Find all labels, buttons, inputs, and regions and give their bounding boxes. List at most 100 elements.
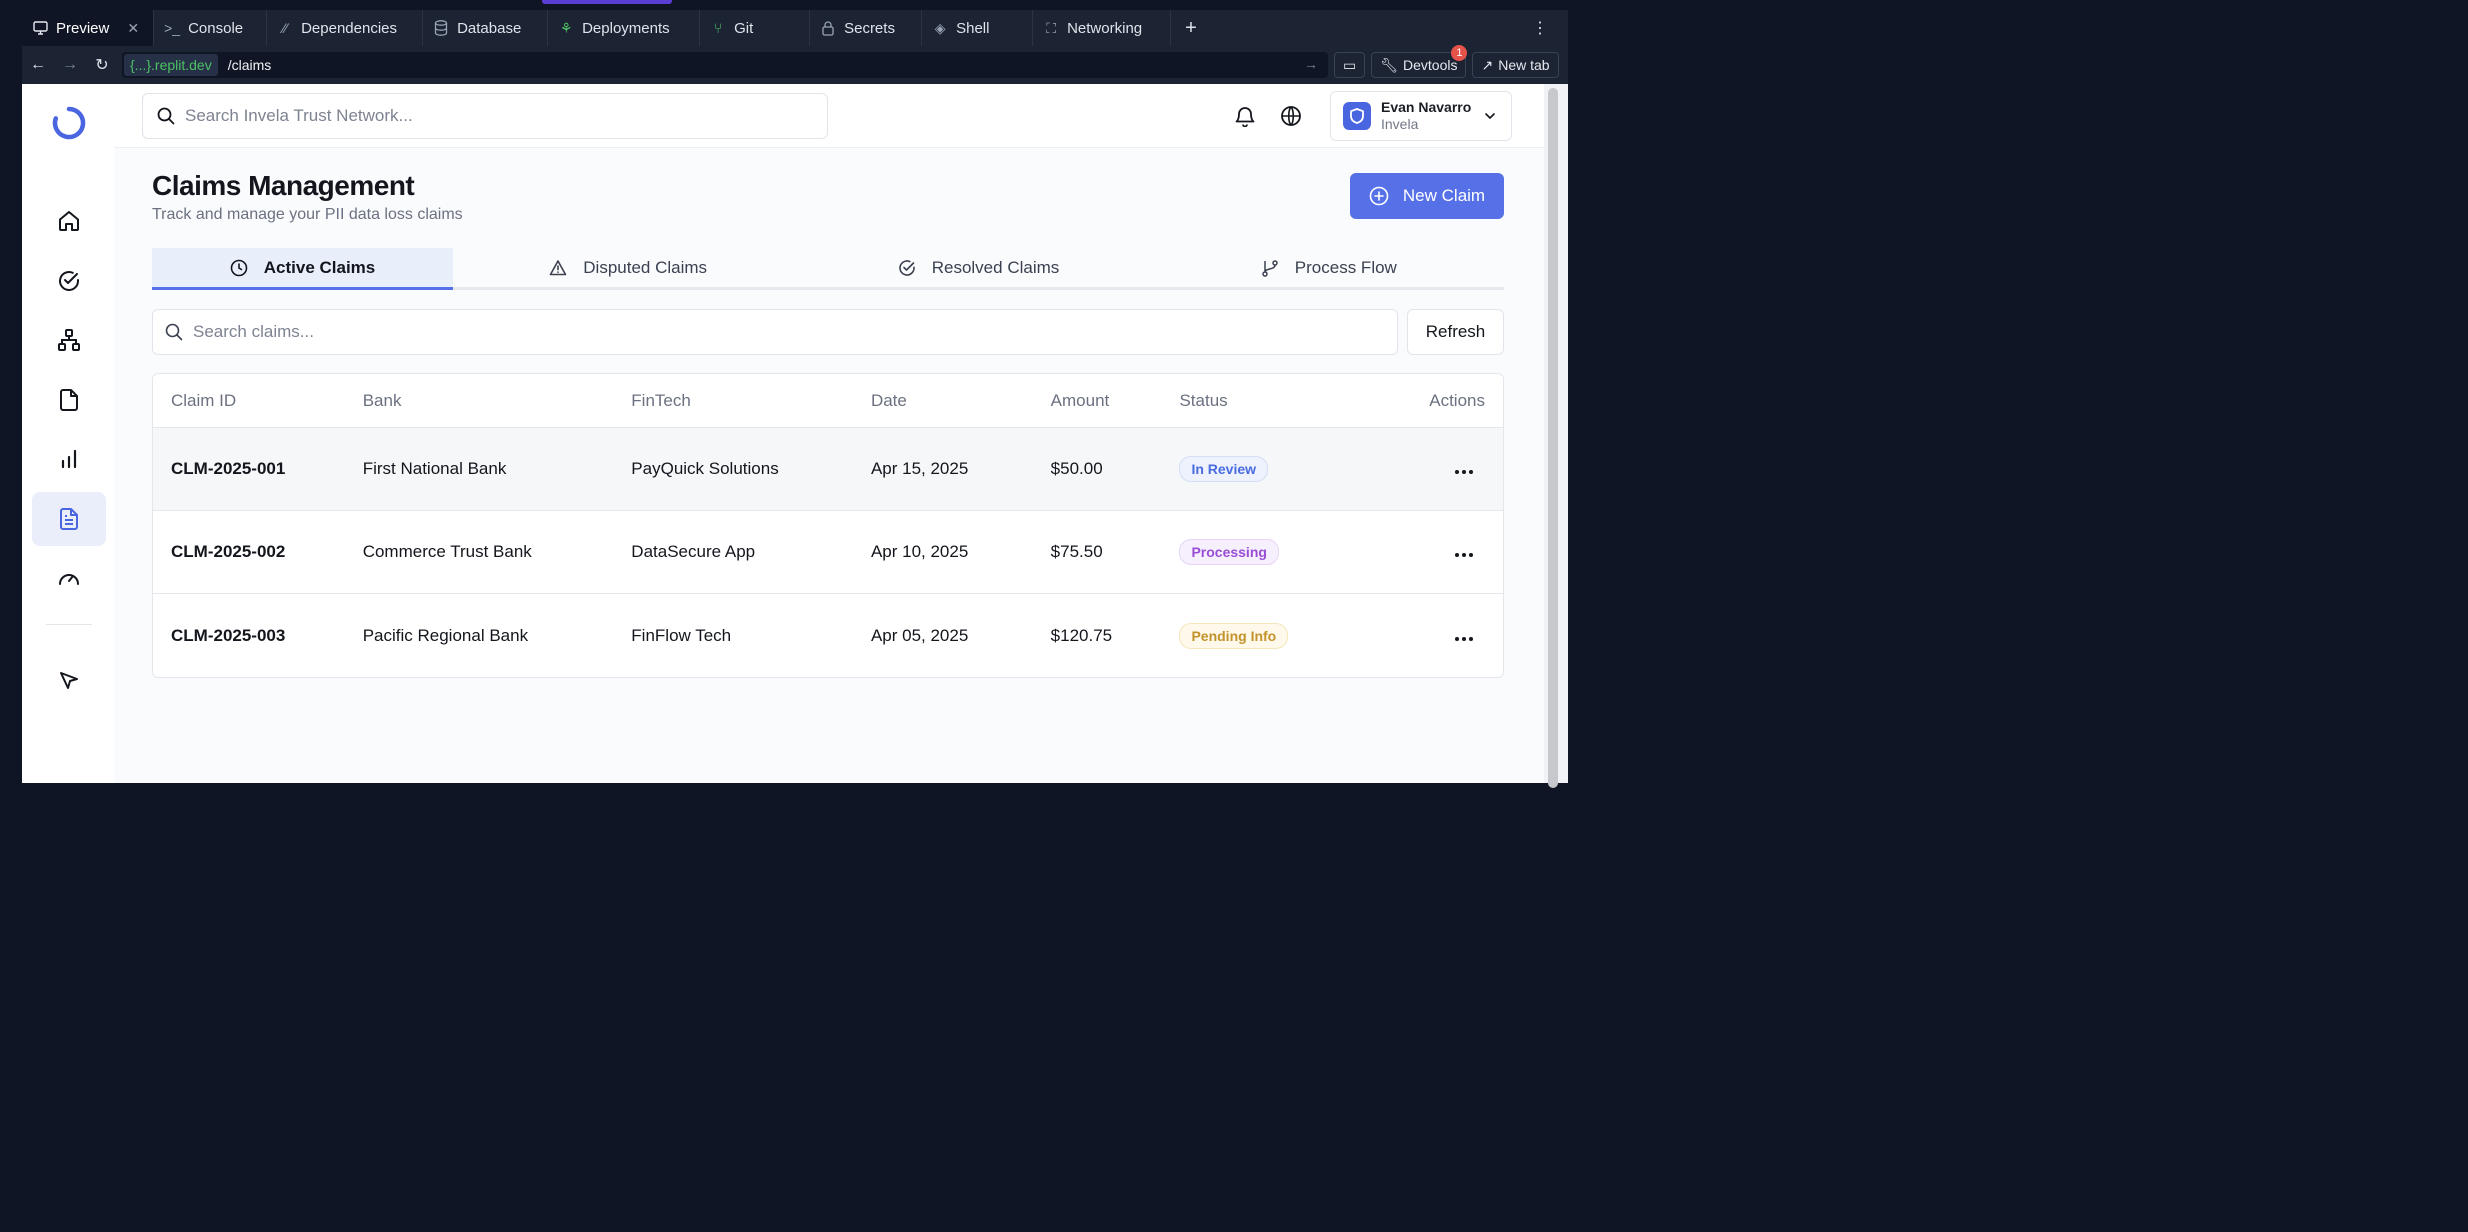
- tab-label: Deployments: [582, 19, 670, 37]
- user-org: Invela: [1381, 116, 1419, 132]
- table-row[interactable]: CLM-2025-001 First National Bank PayQuic…: [153, 428, 1503, 511]
- tab-networking[interactable]: ⛶ Networking: [1033, 10, 1172, 46]
- back-icon[interactable]: ←: [22, 56, 54, 74]
- fintech-name: DataSecure App: [631, 542, 756, 561]
- shield-icon: [1350, 108, 1364, 124]
- scrollbar[interactable]: [1544, 84, 1568, 788]
- cursor-icon: [60, 672, 78, 689]
- check-circle-icon: [898, 259, 915, 276]
- claim-amount: $50.00: [1050, 459, 1103, 478]
- column-header: Actions: [1429, 390, 1485, 410]
- claims-search-input[interactable]: [193, 322, 1373, 342]
- monitor-icon: [32, 21, 48, 35]
- forward-icon[interactable]: →: [54, 56, 86, 74]
- column-header[interactable]: Status: [1179, 391, 1379, 411]
- tab-resolved-claims[interactable]: Resolved Claims: [803, 248, 1153, 287]
- url-host: {...}.replit.dev: [124, 54, 218, 76]
- global-search[interactable]: [142, 93, 828, 139]
- sidebar-item-home[interactable]: [32, 194, 106, 248]
- page-subtitle: Track and manage your PII data loss clai…: [152, 206, 463, 223]
- device-button[interactable]: ▭: [1334, 52, 1366, 78]
- user-menu[interactable]: Evan Navarro Invela: [1330, 91, 1512, 141]
- url-path: /claims: [227, 57, 272, 73]
- sidebar-item-documents[interactable]: [32, 373, 106, 427]
- tab-label: Database: [457, 19, 522, 37]
- refresh-button[interactable]: Refresh: [1407, 309, 1504, 355]
- check-circle-icon: [59, 271, 79, 291]
- tab-process-flow[interactable]: Process Flow: [1154, 248, 1504, 287]
- column-header[interactable]: Amount: [1051, 391, 1180, 411]
- bank-name: Commerce Trust Bank: [362, 542, 532, 561]
- sidebar-item-tasks[interactable]: [32, 254, 106, 308]
- git-branch-icon: [1262, 259, 1278, 277]
- more-icon[interactable]: ⋮: [1532, 18, 1548, 38]
- tab-label: Shell: [956, 19, 990, 37]
- bell-icon[interactable]: [1234, 105, 1256, 127]
- tab-database[interactable]: Database: [423, 10, 549, 46]
- claim-amount: $75.50: [1050, 542, 1103, 561]
- tab-disputed-claims[interactable]: Disputed Claims: [453, 248, 803, 287]
- sidebar-item-risk[interactable]: [32, 552, 106, 592]
- tab-console[interactable]: >_ Console: [154, 10, 268, 46]
- status-badge: Pending Info: [1179, 622, 1289, 649]
- app-viewport: Evan Navarro Invela Claims Management Tr…: [22, 84, 1544, 783]
- more-actions-icon[interactable]: [1455, 470, 1473, 474]
- global-search-input[interactable]: [185, 106, 785, 126]
- claim-date: Apr 15, 2025: [870, 459, 969, 478]
- device-icon: ▭: [1343, 56, 1357, 73]
- column-header[interactable]: Bank: [363, 391, 632, 411]
- column-header[interactable]: FinTech: [631, 391, 871, 411]
- tab-deployments[interactable]: ⚘ Deployments: [548, 10, 701, 46]
- tab-git[interactable]: ⑂ Git: [700, 10, 811, 46]
- tab-preview[interactable]: Preview ✕: [22, 10, 155, 46]
- claim-date: Apr 05, 2025: [870, 625, 969, 645]
- close-icon[interactable]: ✕: [127, 20, 139, 37]
- claims-search[interactable]: [152, 309, 1398, 355]
- database-icon: [433, 20, 449, 36]
- top-header: Evan Navarro Invela: [114, 84, 1544, 148]
- network-icon: [58, 329, 80, 351]
- new-tab-label: New tab: [1498, 57, 1550, 73]
- tab-secrets[interactable]: Secrets: [810, 10, 923, 46]
- shell-icon: ◈: [934, 19, 946, 36]
- claim-id: CLM-2025-003: [171, 625, 286, 645]
- fintech-name: FinFlow Tech: [631, 625, 732, 645]
- external-link-icon: ↗: [1481, 56, 1494, 73]
- new-tab-button[interactable]: ↗ New tab: [1472, 52, 1559, 78]
- tab-label: Process Flow: [1294, 257, 1397, 277]
- scrollbar-thumb[interactable]: [1548, 88, 1558, 788]
- claim-id: CLM-2025-002: [171, 542, 286, 561]
- globe-icon[interactable]: [1280, 105, 1302, 127]
- new-claim-button[interactable]: New Claim: [1350, 173, 1504, 219]
- sidebar-divider: [46, 624, 92, 625]
- sidebar-item-playground[interactable]: [32, 654, 106, 708]
- table-row[interactable]: CLM-2025-003 Pacific Regional Bank FinFl…: [153, 594, 1503, 677]
- left-strip: [0, 46, 22, 783]
- plus-circle-icon: [1369, 186, 1389, 206]
- tab-label: Preview: [56, 19, 110, 37]
- file-text-icon: [60, 508, 78, 530]
- sidebar-item-network[interactable]: [32, 313, 106, 367]
- go-icon[interactable]: →: [1304, 56, 1318, 72]
- url-field[interactable]: {...}.replit.dev /claims →: [122, 52, 1328, 78]
- tab-active-claims[interactable]: Active Claims: [152, 248, 453, 290]
- sidebar-item-claims[interactable]: [32, 492, 106, 546]
- home-icon: [59, 211, 79, 231]
- more-actions-icon[interactable]: [1455, 636, 1473, 641]
- lock-icon: [820, 20, 836, 36]
- devtools-button[interactable]: 🔧︎ Devtools 1: [1371, 45, 1468, 78]
- table-row[interactable]: CLM-2025-002 Commerce Trust Bank DataSec…: [153, 511, 1503, 594]
- bank-name: Pacific Regional Bank: [362, 625, 529, 645]
- claims-tabs: Active Claims Disputed Claims Resolved C…: [152, 248, 1504, 290]
- add-tab-icon[interactable]: +: [1171, 10, 1211, 46]
- reload-icon[interactable]: ↻: [86, 55, 118, 75]
- bar-chart-icon: [61, 449, 77, 469]
- sidebar-item-insights[interactable]: [32, 432, 106, 486]
- column-header[interactable]: Date: [871, 391, 1051, 411]
- more-actions-icon[interactable]: [1455, 553, 1473, 557]
- column-header[interactable]: Claim ID: [153, 391, 363, 411]
- sidebar: [22, 84, 114, 783]
- tab-shell[interactable]: ◈ Shell: [922, 10, 1034, 46]
- gauge-icon: [59, 574, 79, 585]
- tab-dependencies[interactable]: ⁄⁄ Dependencies: [267, 10, 424, 46]
